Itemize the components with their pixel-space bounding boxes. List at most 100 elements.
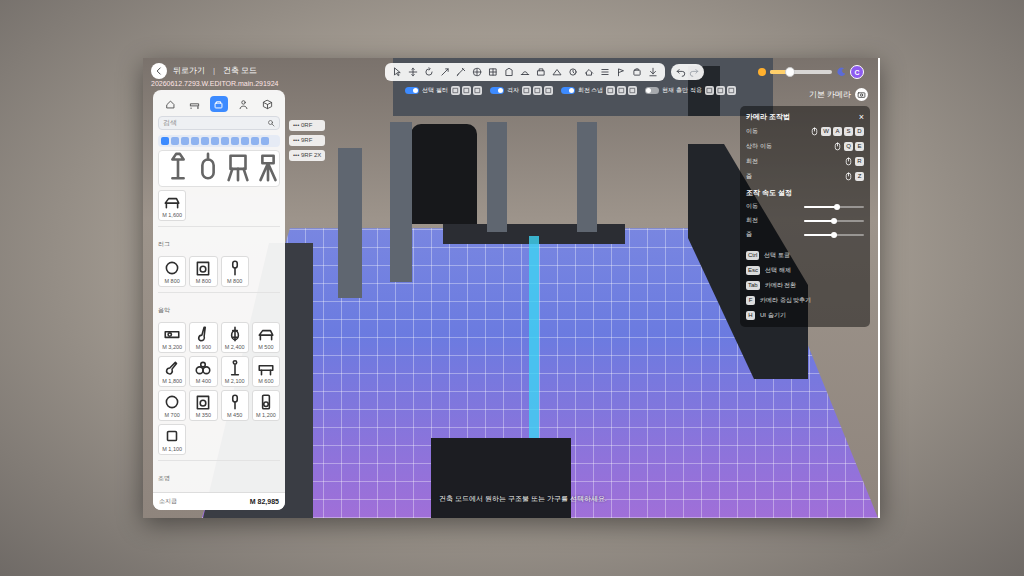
- category-icon[interactable]: [189, 99, 200, 110]
- item-icon[interactable]: [194, 259, 212, 277]
- toggle-knob[interactable]: [413, 88, 418, 93]
- catalog-tab[interactable]: [186, 96, 204, 112]
- tool-icon[interactable]: [504, 67, 514, 77]
- catalog-item[interactable]: M 900: [189, 322, 217, 353]
- camera-icon[interactable]: [857, 90, 866, 99]
- tool-icon[interactable]: [456, 67, 466, 77]
- toggle-knob[interactable]: [498, 88, 503, 93]
- toggle-track[interactable]: [561, 87, 575, 94]
- camera-button[interactable]: [855, 88, 868, 101]
- side-chip[interactable]: ••• 9RF 2X: [289, 150, 325, 161]
- speed-knob[interactable]: [831, 232, 837, 238]
- catalog-item[interactable]: M 400: [189, 356, 217, 387]
- tool-button[interactable]: [535, 66, 547, 78]
- view-icon[interactable]: [618, 87, 625, 94]
- filter-chip[interactable]: [241, 137, 249, 145]
- filter-chip[interactable]: [261, 137, 269, 145]
- view-icon[interactable]: [545, 87, 552, 94]
- catalog-item[interactable]: M 450: [221, 390, 249, 421]
- item-icon[interactable]: [226, 259, 244, 277]
- camera-label[interactable]: 기본 카메라: [809, 89, 851, 101]
- tool-icon[interactable]: [600, 67, 610, 77]
- time-track[interactable]: [770, 70, 832, 74]
- tool-icon[interactable]: [392, 67, 402, 77]
- item-icon[interactable]: [226, 325, 244, 343]
- tool-icon[interactable]: [472, 67, 482, 77]
- back-arrow-icon[interactable]: [154, 66, 164, 76]
- category-icon[interactable]: [238, 99, 249, 110]
- toggle-track[interactable]: [645, 87, 659, 94]
- option-toggle[interactable]: 회전 스냅: [561, 86, 638, 95]
- filter-chip[interactable]: [191, 137, 199, 145]
- tool-button[interactable]: [519, 66, 531, 78]
- catalog-item[interactable]: M 800: [158, 256, 186, 287]
- option-button[interactable]: [533, 86, 542, 95]
- toggle-knob[interactable]: [646, 88, 651, 93]
- profile-badge[interactable]: C: [850, 65, 864, 79]
- option-toggle[interactable]: 격자: [490, 86, 553, 95]
- filter-chip[interactable]: [201, 137, 209, 145]
- tool-icon[interactable]: [568, 67, 578, 77]
- view-icon[interactable]: [474, 87, 481, 94]
- view-icon[interactable]: [717, 87, 724, 94]
- category-icon[interactable]: [213, 99, 224, 110]
- option-button[interactable]: [522, 86, 531, 95]
- tool-button[interactable]: [599, 66, 611, 78]
- catalog-item[interactable]: M 500: [252, 322, 280, 353]
- item-icon[interactable]: [163, 393, 181, 411]
- tool-icon[interactable]: [632, 67, 642, 77]
- tool-icon[interactable]: [440, 67, 450, 77]
- catalog-item[interactable]: M 800: [189, 256, 217, 287]
- tool-button[interactable]: [407, 66, 419, 78]
- camera-selector[interactable]: 기본 카메라: [809, 88, 868, 101]
- option-button[interactable]: [606, 86, 615, 95]
- tool-icon[interactable]: [488, 67, 498, 77]
- tool-icon[interactable]: [536, 67, 546, 77]
- toggle-track[interactable]: [405, 87, 419, 94]
- filter-chip[interactable]: [221, 137, 229, 145]
- option-toggle[interactable]: 현재 층만 적용: [645, 86, 735, 95]
- tool-icon[interactable]: [584, 67, 594, 77]
- toggle-track[interactable]: [490, 87, 504, 94]
- item-icon[interactable]: [163, 325, 181, 343]
- side-chip[interactable]: ••• 9RF: [289, 135, 325, 146]
- view-icon[interactable]: [463, 87, 470, 94]
- option-toggle[interactable]: 선택 필터: [405, 86, 482, 95]
- item-icon[interactable]: [163, 193, 181, 211]
- view-icon[interactable]: [706, 87, 713, 94]
- tool-button[interactable]: [615, 66, 627, 78]
- tool-button[interactable]: [503, 66, 515, 78]
- speed-track[interactable]: [804, 220, 864, 222]
- filter-chip[interactable]: [211, 137, 219, 145]
- item-icon[interactable]: [194, 393, 212, 411]
- featured-banner[interactable]: [158, 150, 280, 187]
- item-icon[interactable]: [163, 359, 181, 377]
- tool-icon[interactable]: [424, 67, 434, 77]
- option-button[interactable]: [628, 86, 637, 95]
- filter-chip[interactable]: [181, 137, 189, 145]
- category-icon[interactable]: [262, 99, 273, 110]
- option-button[interactable]: [617, 86, 626, 95]
- item-icon[interactable]: [163, 259, 181, 277]
- catalog-item[interactable]: M 3,200: [158, 322, 186, 353]
- catalog-item[interactable]: M 2,100: [221, 356, 249, 387]
- back-label[interactable]: 뒤로가기: [173, 65, 205, 77]
- tool-button[interactable]: [583, 66, 595, 78]
- option-button[interactable]: [462, 86, 471, 95]
- catalog-tab[interactable]: [234, 96, 252, 112]
- tool-button[interactable]: [471, 66, 483, 78]
- search-input[interactable]: [163, 118, 264, 128]
- tool-button[interactable]: [455, 66, 467, 78]
- side-chip[interactable]: ••• 0RF: [289, 120, 325, 131]
- speed-knob[interactable]: [834, 204, 840, 210]
- option-button[interactable]: [473, 86, 482, 95]
- tool-icon[interactable]: [616, 67, 626, 77]
- view-icon[interactable]: [452, 87, 459, 94]
- close-button[interactable]: ×: [859, 112, 864, 122]
- catalog-item[interactable]: M 1,200: [252, 390, 280, 421]
- view-icon[interactable]: [629, 87, 636, 94]
- search-field[interactable]: [158, 116, 280, 130]
- speed-track[interactable]: [804, 206, 864, 208]
- option-button[interactable]: [544, 86, 553, 95]
- tool-button[interactable]: [423, 66, 435, 78]
